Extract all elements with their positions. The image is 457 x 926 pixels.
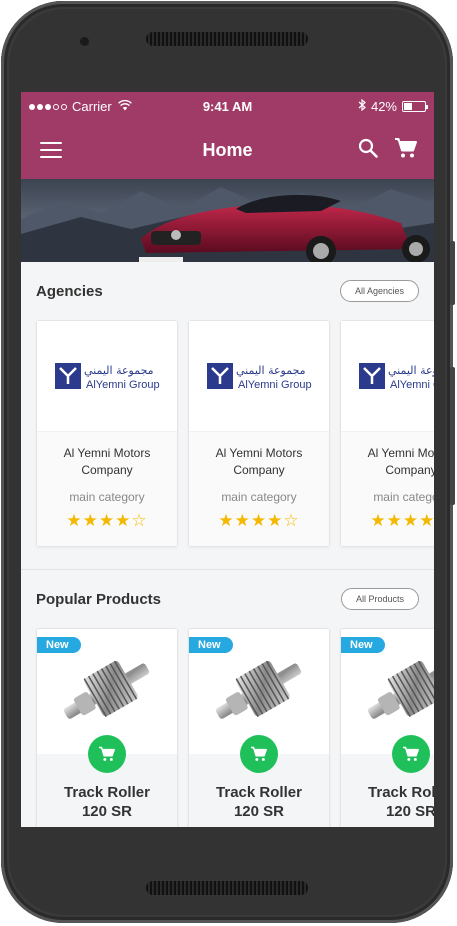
product-card[interactable]: New Track Roller 120 SR xyxy=(340,628,434,827)
star-rating: ★★★★☆ xyxy=(37,511,177,531)
wifi-icon xyxy=(117,99,132,114)
bluetooth-icon xyxy=(358,98,366,114)
agency-card[interactable]: مجموعة اليمني AlYemni Group Al Yemni Mot… xyxy=(188,320,330,547)
star-empty-icon: ☆ xyxy=(283,511,300,530)
star-filled-icon: ★ xyxy=(402,511,420,530)
agency-card[interactable]: مجموعة اليمني AlYemni Group Al Yemni Mot… xyxy=(340,320,434,547)
agency-logo: مجموعة اليمني AlYemni Group xyxy=(341,321,434,431)
battery-icon xyxy=(402,101,428,112)
agency-logo: مجموعة اليمني AlYemni Group xyxy=(37,321,177,431)
bottom-speaker xyxy=(146,881,308,895)
star-empty-icon: ☆ xyxy=(131,511,148,530)
agency-name: Al Yemni Motors Company xyxy=(63,446,151,477)
star-filled-icon: ★ xyxy=(250,511,268,530)
svg-text:مجموعة اليمني: مجموعة اليمني xyxy=(388,364,434,377)
product-price: 120 SR xyxy=(81,803,133,820)
front-camera xyxy=(80,37,89,46)
popular-products-title: Popular Products xyxy=(36,590,162,608)
agencies-title: Agencies xyxy=(36,282,103,300)
add-to-cart-button[interactable] xyxy=(240,735,278,773)
agencies-carousel[interactable]: مجموعة اليمني AlYemni Group Al Yemni Mot… xyxy=(21,320,434,547)
volume-button xyxy=(450,241,455,305)
agencies-section: Agencies All Agencies مجموعة اليمني AlYe… xyxy=(21,262,434,570)
add-to-cart-button[interactable] xyxy=(88,735,126,773)
battery-percent: 42% xyxy=(370,99,397,114)
svg-text:مجموعة اليمني: مجموعة اليمني xyxy=(84,364,154,377)
product-card[interactable]: New Track Roller 120 SR xyxy=(36,628,178,827)
star-filled-icon: ★ xyxy=(218,511,235,530)
product-price: 120 SR xyxy=(385,803,434,820)
star-rating: ★★★★☆ xyxy=(189,511,329,531)
agency-category: main category xyxy=(373,490,434,504)
svg-text:مجموعة اليمني: مجموعة اليمني xyxy=(236,364,306,377)
star-filled-icon: ★ xyxy=(267,511,284,530)
product-card[interactable]: New Track Roller 120 SR xyxy=(188,628,330,827)
new-badge: New xyxy=(341,637,385,653)
power-button xyxy=(450,367,455,505)
promo-banner-image[interactable] xyxy=(21,179,434,262)
star-filled-icon: ★ xyxy=(419,511,434,530)
svg-text:AlYemni Group: AlYemni Group xyxy=(238,379,312,391)
earpiece-speaker xyxy=(146,32,308,46)
agency-card[interactable]: مجموعة اليمني AlYemni Group Al Yemni Mot… xyxy=(36,320,178,547)
add-to-cart-button[interactable] xyxy=(392,735,430,773)
star-filled-icon: ★ xyxy=(115,511,132,530)
all-products-button[interactable]: All Products xyxy=(340,588,419,610)
star-filled-icon: ★ xyxy=(386,511,403,530)
star-filled-icon: ★ xyxy=(66,511,83,530)
status-bar: Carrier 9:41 AM 42% xyxy=(21,92,434,121)
new-badge: New xyxy=(189,637,233,653)
cart-icon xyxy=(251,746,267,761)
star-filled-icon: ★ xyxy=(234,511,251,530)
star-filled-icon: ★ xyxy=(98,511,116,530)
star-filled-icon: ★ xyxy=(82,511,99,530)
top-app-bar: Home xyxy=(21,121,434,179)
agency-name: Al Yemni Motors Company xyxy=(215,446,303,477)
all-agencies-button[interactable]: All Agencies xyxy=(339,280,419,302)
agency-category: main category xyxy=(69,490,145,504)
hamburger-menu-icon[interactable] xyxy=(40,142,62,158)
cart-icon xyxy=(403,746,419,761)
product-price: 120 SR xyxy=(233,803,285,820)
star-rating: ★★★★☆ xyxy=(341,511,434,531)
new-badge: New xyxy=(37,637,81,653)
search-icon[interactable] xyxy=(358,138,378,163)
agency-category: main category xyxy=(221,490,297,504)
cart-icon xyxy=(99,746,115,761)
carrier-label: Carrier xyxy=(72,99,112,114)
popular-products-section: Popular Products All Products New Track … xyxy=(21,570,434,827)
star-filled-icon: ★ xyxy=(370,511,387,530)
shopping-cart-icon[interactable] xyxy=(394,137,418,164)
svg-text:AlYemni Group: AlYemni Group xyxy=(86,379,160,391)
svg-text:AlYemni Group: AlYemni Group xyxy=(390,379,434,391)
agency-logo: مجموعة اليمني AlYemni Group xyxy=(189,321,329,431)
agency-name: Al Yemni Motors Company xyxy=(367,446,434,477)
signal-icon xyxy=(29,103,67,110)
app-screen: Carrier 9:41 AM 42% Home Agencies All Ag… xyxy=(21,92,434,827)
products-carousel[interactable]: New Track Roller 120 SR New Track Roller… xyxy=(21,628,434,827)
